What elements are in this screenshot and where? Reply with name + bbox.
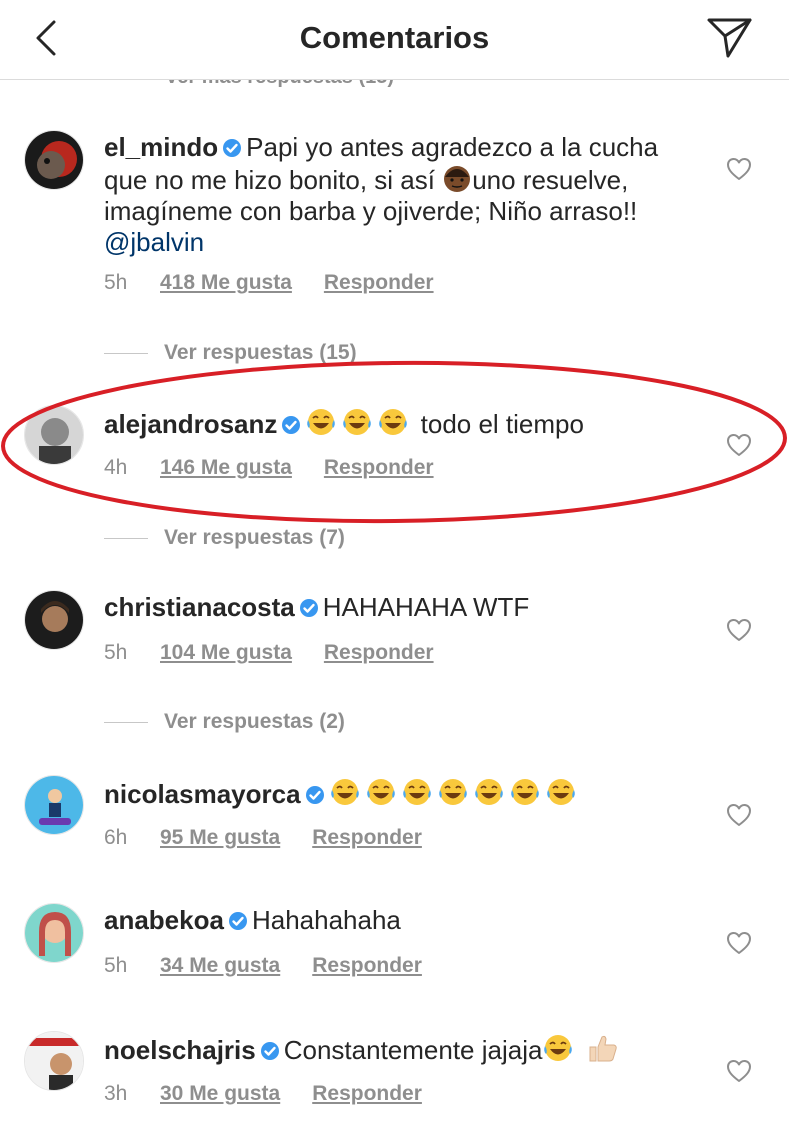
comment-meta: 3h 30 Me gusta Responder xyxy=(104,1082,422,1106)
likes-link[interactable]: 34 Me gusta xyxy=(160,954,280,978)
verified-badge-icon xyxy=(228,912,247,930)
view-replies-link[interactable]: Ver respuestas (7) xyxy=(104,526,345,550)
view-replies-label: Ver respuestas (15) xyxy=(164,341,357,364)
laughing-emoji-icon xyxy=(546,779,575,805)
comment-time: 5h xyxy=(104,271,128,294)
send-icon xyxy=(707,18,752,58)
comment-meta: 5h 34 Me gusta Responder xyxy=(104,954,422,978)
divider-line xyxy=(104,721,148,723)
like-heart-icon[interactable] xyxy=(726,433,752,457)
verified-badge-icon xyxy=(282,416,301,434)
avatar[interactable] xyxy=(24,1031,84,1091)
comment-text-part: todo el tiempo xyxy=(420,409,584,439)
divider-line xyxy=(104,537,148,539)
reply-button[interactable]: Responder xyxy=(312,826,422,850)
reply-button[interactable]: Responder xyxy=(324,271,434,295)
verified-badge-icon xyxy=(299,599,318,617)
avatar[interactable] xyxy=(24,405,84,465)
reply-button[interactable]: Responder xyxy=(324,456,434,480)
mention-link[interactable]: @jbalvin xyxy=(104,227,204,257)
comment-meta: 4h 146 Me gusta Responder xyxy=(104,456,434,480)
view-replies-link[interactable]: Ver respuestas (2) xyxy=(104,710,345,734)
comment-time: 3h xyxy=(104,1082,128,1105)
username[interactable]: christianacosta xyxy=(104,592,295,622)
comment-text-part: Hahahahaha xyxy=(251,905,401,935)
divider-line xyxy=(104,352,148,354)
laughing-emoji-icon xyxy=(307,409,336,435)
comment-meta: 6h 95 Me gusta Responder xyxy=(104,826,422,850)
view-replies-label: Ver respuestas (2) xyxy=(164,710,345,733)
likes-link[interactable]: 30 Me gusta xyxy=(160,1082,280,1106)
username[interactable]: noelschajris xyxy=(104,1035,256,1065)
avatar[interactable] xyxy=(24,775,84,835)
username[interactable]: alejandrosanz xyxy=(104,409,277,439)
like-heart-icon[interactable] xyxy=(726,803,752,827)
laughing-emoji-icon xyxy=(438,779,467,805)
verified-badge-icon xyxy=(260,1042,279,1060)
comment-time: 5h xyxy=(104,641,128,664)
comment-time: 5h xyxy=(104,954,128,977)
laughing-emoji-group xyxy=(542,1035,578,1065)
likes-link[interactable]: 146 Me gusta xyxy=(160,456,292,480)
laughing-emoji-icon xyxy=(544,1035,573,1061)
comment-text: nicolasmayorca xyxy=(104,777,704,810)
header-bar: Comentarios xyxy=(0,0,789,80)
person-emoji-icon xyxy=(444,166,471,192)
avatar[interactable] xyxy=(24,590,84,650)
comment-time: 4h xyxy=(104,456,128,479)
username[interactable]: anabekoa xyxy=(104,905,224,935)
comment-meta: 5h 418 Me gusta Responder xyxy=(104,271,434,295)
comment-time: 6h xyxy=(104,826,128,849)
verified-badge-icon xyxy=(223,139,242,157)
highlight-ellipse xyxy=(1,360,787,524)
laughing-emoji-icon xyxy=(379,409,408,435)
comment-meta: 5h 104 Me gusta Responder xyxy=(104,641,434,665)
likes-link[interactable]: 104 Me gusta xyxy=(160,641,292,665)
comment-text: christianacosta HAHAHAHA WTF xyxy=(104,592,704,623)
reply-button[interactable]: Responder xyxy=(312,1082,422,1106)
comment-text: alejandrosanz todo el tiempo xyxy=(104,407,704,440)
laughing-emoji-icon xyxy=(366,779,395,805)
comment-text: el_mindo Papi yo antes agradezco a la cuc… xyxy=(104,132,704,258)
avatar[interactable] xyxy=(24,903,84,963)
like-heart-icon[interactable] xyxy=(726,618,752,642)
comment-text-part: HAHAHAHA WTF xyxy=(322,592,530,622)
reply-button[interactable]: Responder xyxy=(324,641,434,665)
laughing-emoji-icon xyxy=(510,779,539,805)
laughing-emoji-icon xyxy=(474,779,503,805)
page-title: Comentarios xyxy=(299,20,490,55)
laughing-emoji-icon xyxy=(330,779,359,805)
username[interactable]: el_mindo xyxy=(104,132,218,162)
likes-link[interactable]: 95 Me gusta xyxy=(160,826,280,850)
laughing-emoji-icon xyxy=(343,409,372,435)
view-replies-link[interactable]: Ver respuestas (15) xyxy=(104,341,357,365)
comment-text: noelschajris Constantemente jajaja xyxy=(104,1033,704,1066)
laughing-emoji-group xyxy=(305,409,413,439)
share-button[interactable] xyxy=(706,16,754,60)
thumbs-up-emoji-icon xyxy=(589,1035,617,1062)
comment-text-part: Constantemente jajaja xyxy=(283,1035,543,1065)
comment-text: anabekoa Hahahahaha xyxy=(104,905,704,936)
like-heart-icon[interactable] xyxy=(726,1059,752,1083)
likes-link[interactable]: 418 Me gusta xyxy=(160,271,292,295)
avatar[interactable] xyxy=(24,130,84,190)
like-heart-icon[interactable] xyxy=(726,931,752,955)
username[interactable]: nicolasmayorca xyxy=(104,779,301,809)
laughing-emoji-group xyxy=(329,779,581,809)
laughing-emoji-icon xyxy=(402,779,431,805)
verified-badge-icon xyxy=(305,786,324,804)
like-heart-icon[interactable] xyxy=(726,157,752,181)
reply-button[interactable]: Responder xyxy=(312,954,422,978)
view-replies-label: Ver respuestas (7) xyxy=(164,526,345,549)
